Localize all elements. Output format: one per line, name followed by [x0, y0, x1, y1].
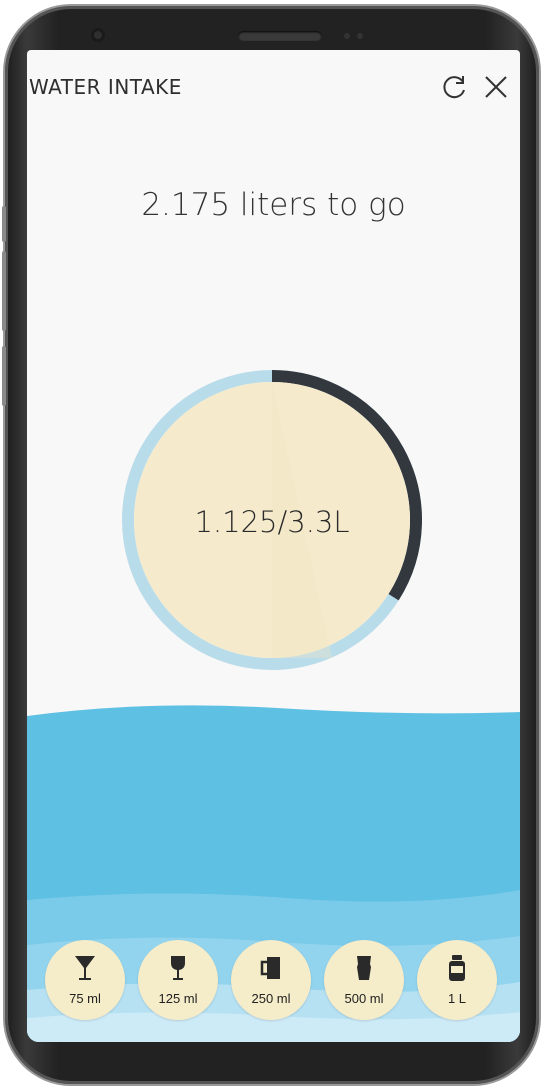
pint-glass-icon — [357, 956, 371, 980]
drink-label: 500 ml — [344, 991, 384, 1006]
drink-button-500ml[interactable]: 500 ml — [324, 940, 404, 1020]
drink-button-75ml[interactable]: 75 ml — [45, 940, 125, 1020]
close-icon — [485, 76, 507, 98]
reset-button[interactable] — [440, 72, 470, 102]
app-title: WATER INTAKE — [29, 75, 182, 99]
intake-total: 1.125/3.3L — [194, 505, 350, 539]
proximity-sensor — [344, 33, 350, 39]
drink-label: 1 L — [447, 991, 467, 1006]
drink-buttons: 75 ml 125 ml 250 ml 500 ml 1 L — [27, 940, 520, 1030]
drink-button-1l[interactable]: 1 L — [417, 940, 497, 1020]
side-button — [2, 346, 6, 406]
drink-button-250ml[interactable]: 250 ml — [231, 940, 311, 1020]
drink-label: 125 ml — [158, 991, 198, 1006]
volume-up-button — [2, 206, 6, 242]
volume-down-button — [2, 251, 6, 331]
mug-icon — [260, 957, 280, 979]
bottle-icon — [449, 955, 465, 981]
drink-label: 75 ml — [69, 991, 101, 1006]
wine-glass-icon — [171, 956, 185, 980]
refresh-icon — [443, 76, 465, 99]
front-camera — [91, 28, 105, 42]
remaining-amount: 2.175 liters to go — [141, 187, 406, 223]
close-button[interactable] — [481, 72, 511, 102]
drink-label: 250 ml — [251, 991, 291, 1006]
header: WATER INTAKE — [27, 72, 520, 102]
light-sensor — [357, 33, 363, 39]
earpiece-speaker — [238, 31, 322, 41]
cocktail-glass-icon — [75, 956, 95, 980]
app-screen: WATER INTAKE 2.175 liters to go 1.125/3.… — [27, 50, 520, 1042]
drink-button-125ml[interactable]: 125 ml — [138, 940, 218, 1020]
